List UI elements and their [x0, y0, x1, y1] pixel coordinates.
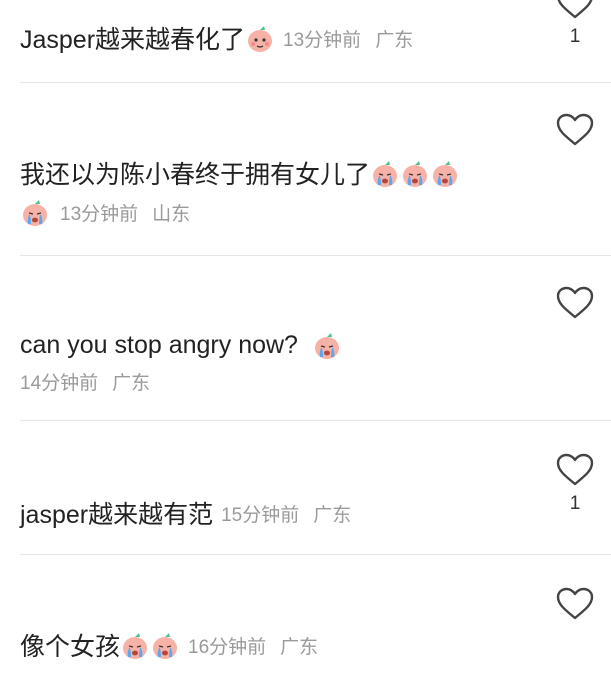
peach-crying-emoji	[370, 158, 400, 188]
comment-body: 像个女孩 16分钟前 广东	[20, 627, 541, 663]
comment-meta: 13分钟前 山东	[20, 197, 190, 227]
peach-cheeky-emoji	[245, 23, 275, 53]
comment-time: 16分钟前	[188, 636, 267, 658]
comment-time: 15分钟前	[221, 504, 300, 526]
comment-location: 广东	[112, 373, 151, 394]
comment-meta: 13分钟前 广东	[283, 25, 413, 52]
comment-meta: 15分钟前 广东	[221, 500, 351, 527]
comment-body: Jasper越来越春化了 13分钟前 广东	[20, 20, 541, 56]
heart-icon	[556, 286, 594, 320]
comment-meta: 16分钟前 广东	[188, 632, 318, 659]
comment-time: 13分钟前	[60, 203, 139, 225]
comment-meta: 14分钟前 广东	[20, 368, 150, 395]
peach-crying-emoji	[120, 630, 150, 660]
like-button[interactable]	[555, 113, 595, 147]
comment-text: Jasper越来越春化了	[20, 26, 246, 54]
peach-crying-emoji	[400, 158, 430, 188]
comment-location: 广东	[375, 29, 414, 51]
comment-time: 13分钟前	[283, 29, 362, 51]
comment-time: 14分钟前	[20, 373, 99, 394]
comment-item: 我还以为陈小春终于拥有女儿了 13分钟前 山东	[0, 83, 611, 255]
peach-crying-emoji	[430, 158, 460, 188]
like-button[interactable]	[555, 587, 595, 621]
heart-icon	[556, 0, 594, 20]
comment-text: jasper越来越有范	[20, 501, 214, 529]
heart-icon	[556, 453, 594, 487]
like-button[interactable]: 1	[555, 0, 595, 48]
peach-crying-emoji	[312, 330, 342, 360]
comment-location: 广东	[280, 636, 319, 658]
comment-location: 广东	[313, 504, 352, 526]
like-count: 1	[569, 493, 581, 514]
heart-icon	[556, 113, 594, 147]
like-button[interactable]	[555, 286, 595, 320]
peach-crying-emoji	[150, 630, 180, 660]
comment-item: jasper越来越有范 15分钟前 广东 1	[0, 421, 611, 554]
comment-body: 我还以为陈小春终于拥有女儿了	[20, 155, 541, 191]
comment-item: can you stop angry now? 14分钟前 广东	[0, 256, 611, 420]
comment-text: can you stop angry now?	[20, 330, 298, 359]
comment-body: can you stop angry now?	[20, 330, 541, 360]
comment-item: Jasper越来越春化了 13分钟前 广东 1	[0, 0, 611, 82]
comment-text: 我还以为陈小春终于拥有女儿了	[20, 161, 371, 189]
like-count: 1	[569, 26, 581, 47]
comment-location: 山东	[152, 203, 191, 225]
like-button[interactable]: 1	[555, 453, 595, 515]
peach-crying-emoji	[20, 197, 50, 227]
comment-body: jasper越来越有范 15分钟前 广东	[20, 495, 541, 531]
comment-text: 像个女孩	[20, 633, 121, 661]
comment-item: 像个女孩 16分钟前 广东	[0, 555, 611, 677]
heart-icon	[556, 587, 594, 621]
